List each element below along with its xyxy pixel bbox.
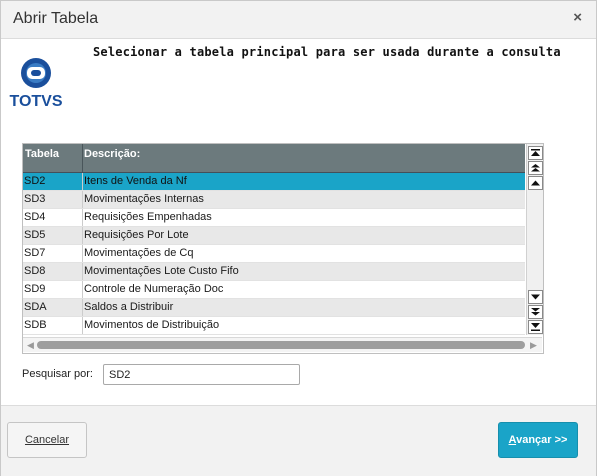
row-description: Movimentações de Cq [84, 247, 194, 259]
search-input[interactable] [103, 364, 300, 385]
row-description: Itens de Venda da Nf [84, 175, 187, 187]
search-label: Pesquisar por: [22, 368, 93, 380]
next-button-mnemonic: A [508, 434, 517, 446]
row-description: Requisições Por Lote [84, 229, 189, 241]
row-code: SD4 [24, 211, 46, 223]
column-header-descricao[interactable]: Descrição: [84, 148, 140, 160]
next-button-label: vançar >> [516, 434, 568, 446]
table-row[interactable]: SD9 Controle de Numeração Doc [23, 281, 525, 299]
table-row[interactable]: SDB Movimentos de Distribuição [23, 317, 525, 335]
row-divider [82, 245, 83, 262]
row-description: Saldos a Distribuir [84, 301, 174, 313]
totvs-logo-text: TOTVS [9, 93, 62, 109]
scroll-right-icon[interactable]: ▶ [530, 340, 537, 351]
row-divider [82, 317, 83, 334]
horizontal-scrollbar[interactable]: ◀ ▶ [23, 337, 542, 352]
row-code: SD8 [24, 265, 46, 277]
table-row[interactable]: SD2 Itens de Venda da Nf [23, 173, 525, 191]
row-code: SD7 [24, 247, 46, 259]
scroll-last-icon[interactable] [528, 320, 543, 334]
row-description: Movimentações Lote Custo Fifo [84, 265, 239, 277]
dialog-title: Abrir Tabela [13, 10, 99, 27]
title-bar: Abrir Tabela × [1, 1, 596, 39]
row-divider [82, 263, 83, 280]
abrir-tabela-dialog: Abrir Tabela × TOTVS Selecionar a tabela… [0, 0, 597, 476]
row-code: SD5 [24, 229, 46, 241]
scroll-page-up-icon[interactable] [528, 161, 543, 175]
grid-rows: SD2 Itens de Venda da Nf SD3 Movimentações … [23, 173, 525, 335]
row-code: SD2 [24, 175, 46, 187]
cancel-button[interactable]: Cancelar [7, 422, 87, 458]
row-code: SD3 [24, 193, 46, 205]
scroll-down-icon[interactable] [528, 290, 543, 304]
vertical-scrollbar[interactable] [526, 144, 543, 335]
row-description: Requisições Empenhadas [84, 211, 212, 223]
row-divider [82, 209, 83, 226]
scroll-page-down-icon[interactable] [528, 305, 543, 319]
row-code: SDA [24, 301, 47, 313]
row-divider [82, 281, 83, 298]
table-row[interactable]: SD8 Movimentações Lote Custo Fifo [23, 263, 525, 281]
row-description: Movimentações Internas [84, 193, 204, 205]
table-grid: Tabela Descrição: SD2 Itens de Venda da N… [22, 143, 544, 354]
row-divider [82, 299, 83, 316]
row-description: Movimentos de Distribuição [84, 319, 220, 331]
column-header-tabela[interactable]: Tabela [25, 148, 59, 160]
table-row[interactable]: SD5 Requisições Por Lote [23, 227, 525, 245]
column-divider [82, 144, 83, 172]
table-row[interactable]: SD7 Movimentações de Cq [23, 245, 525, 263]
row-description: Controle de Numeração Doc [84, 283, 224, 295]
row-code: SD9 [24, 283, 46, 295]
grid-header: Tabela Descrição: [23, 144, 525, 173]
totvs-logo: TOTVS [7, 53, 65, 110]
scroll-left-icon[interactable]: ◀ [27, 340, 34, 351]
row-code: SDB [24, 319, 47, 331]
row-divider [82, 173, 83, 190]
row-divider [82, 191, 83, 208]
table-row[interactable]: SD4 Requisições Empenhadas [23, 209, 525, 227]
horizontal-scroll-thumb[interactable] [37, 341, 525, 349]
scroll-first-icon[interactable] [528, 146, 543, 160]
close-icon[interactable]: × [573, 10, 582, 26]
next-button[interactable]: Avançar >> [498, 422, 578, 458]
table-row[interactable]: SD3 Movimentações Internas [23, 191, 525, 209]
table-row[interactable]: SDA Saldos a Distribuir [23, 299, 525, 317]
row-divider [82, 227, 83, 244]
dialog-footer: Cancelar Avançar >> [1, 405, 596, 476]
dialog-heading: Selecionar a tabela principal para ser u… [93, 45, 561, 59]
scroll-up-icon[interactable] [528, 176, 543, 190]
